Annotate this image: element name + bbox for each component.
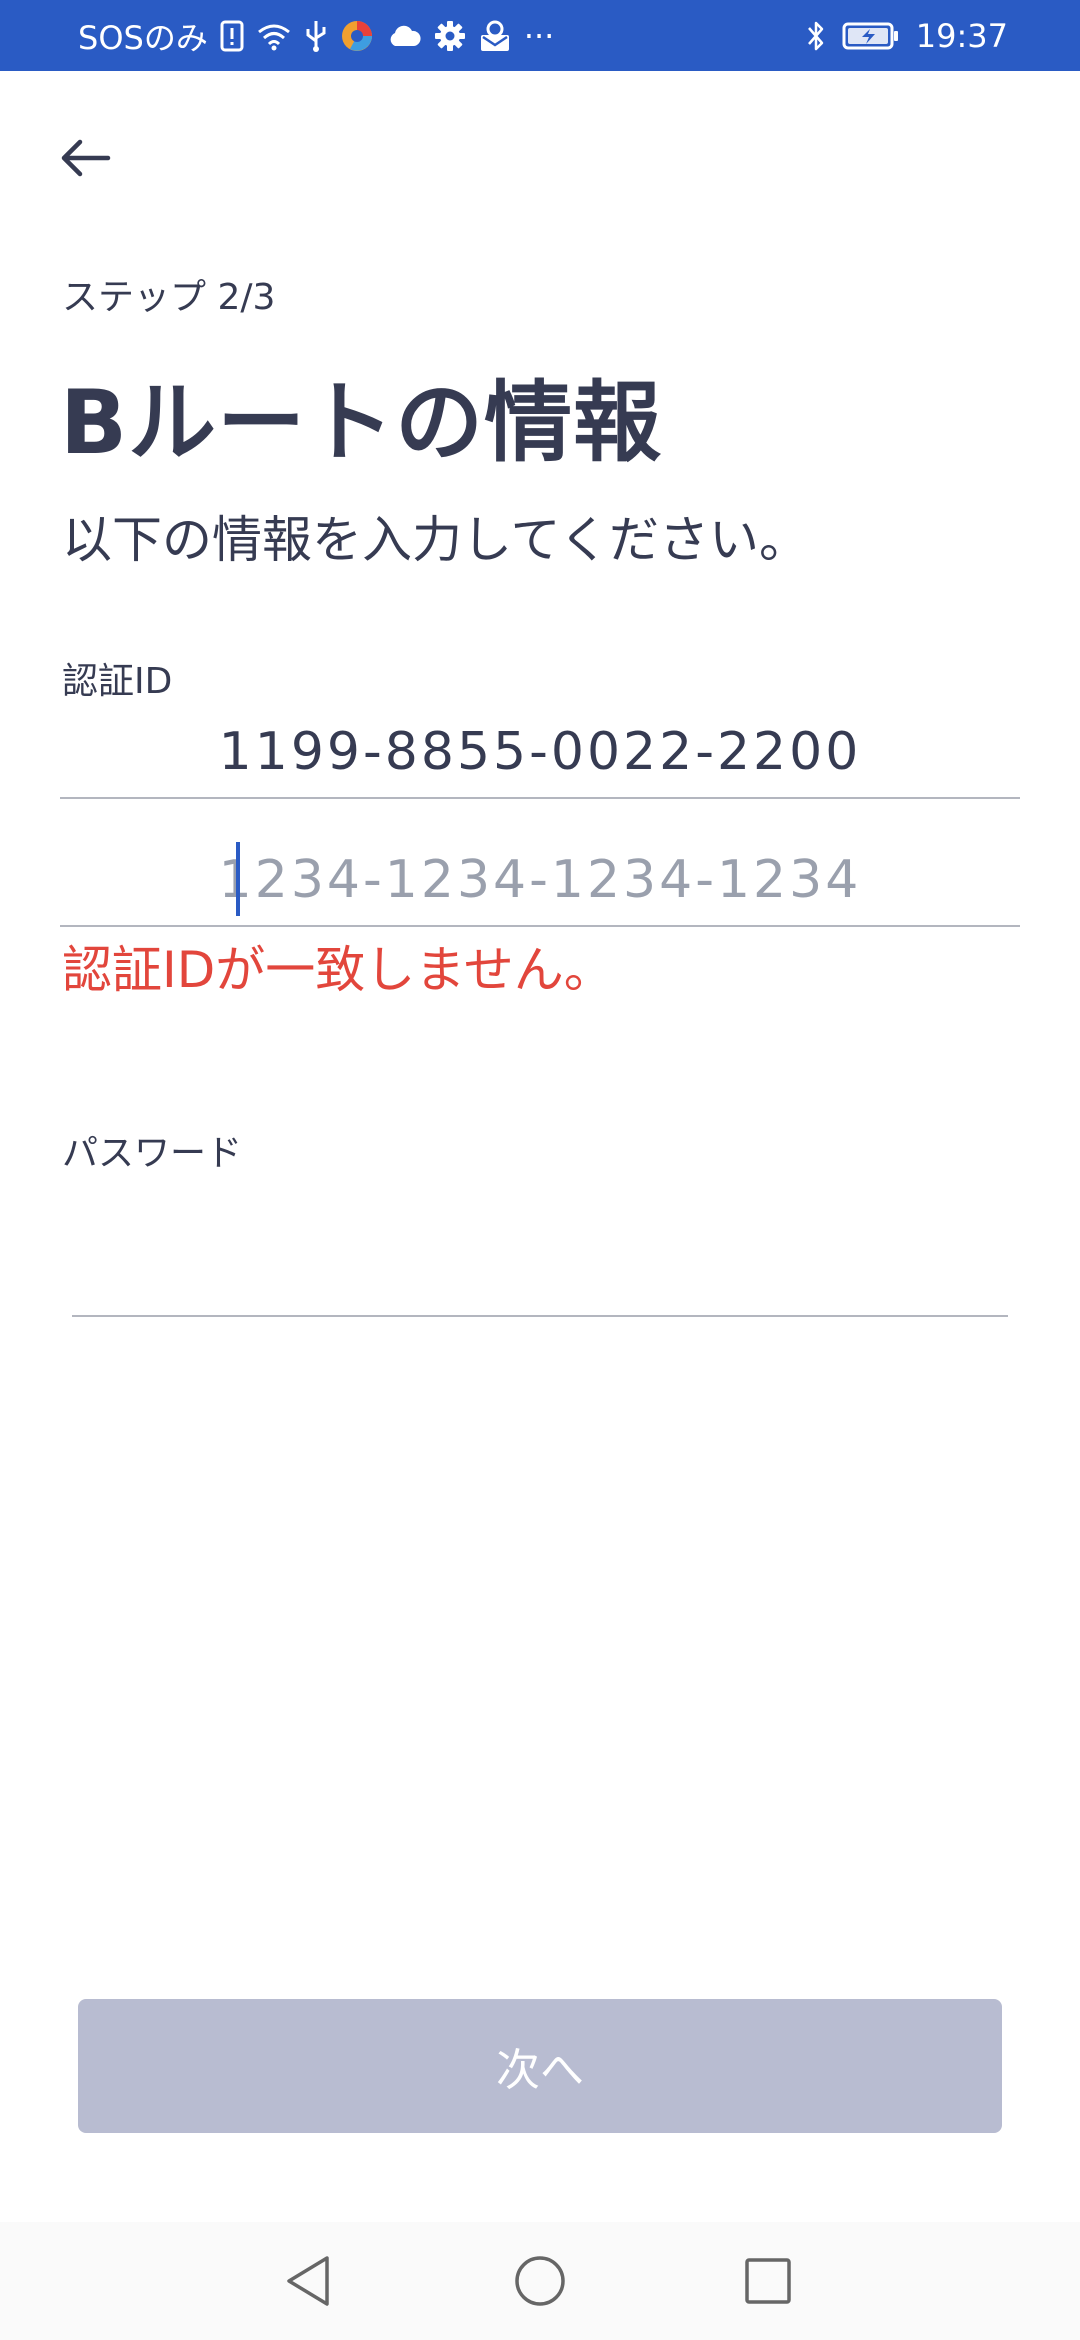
- usb-icon: [304, 16, 328, 56]
- page-title: Bルートの情報: [60, 371, 663, 474]
- auth-id-input[interactable]: [60, 712, 1020, 792]
- cloud-icon: [386, 16, 422, 56]
- back-button[interactable]: [40, 118, 130, 198]
- text-caret: [236, 842, 240, 916]
- battery-charging-icon: [842, 16, 900, 56]
- wifi-icon: [256, 16, 292, 56]
- password-input[interactable]: [72, 1210, 1008, 1310]
- recents-square-icon: [745, 2258, 791, 2304]
- back-triangle-icon: [287, 2256, 329, 2306]
- nav-home-button[interactable]: [480, 2222, 600, 2340]
- sim-alert-icon: [220, 16, 244, 56]
- auth-id-confirm-input[interactable]: [60, 840, 1020, 920]
- password-underline: [72, 1315, 1008, 1317]
- carrier-text: SOSのみ: [78, 18, 208, 57]
- auth-id-error-message: 認証IDが一致しません。: [62, 941, 614, 999]
- nav-recents-button[interactable]: [708, 2222, 828, 2340]
- mail-app-icon: [478, 16, 512, 56]
- browser-app-icon: [340, 16, 374, 56]
- clock-text: 19:37: [915, 16, 1008, 55]
- system-nav-bar: [0, 2222, 1080, 2340]
- gear-icon: [434, 16, 466, 56]
- next-button-label: 次へ: [496, 2045, 584, 2096]
- password-label: パスワード: [62, 1133, 243, 1174]
- step-indicator: ステップ 2/3: [62, 277, 276, 318]
- status-left: SOSのみ ···: [78, 0, 554, 71]
- next-button[interactable]: 次へ: [78, 1999, 1002, 2133]
- status-bar: SOSのみ ··· 19:37: [0, 0, 1080, 71]
- auth-id-underline: [60, 797, 1020, 799]
- bluetooth-icon: [806, 16, 826, 56]
- more-notifications-icon: ···: [523, 16, 555, 55]
- nav-back-button[interactable]: [248, 2222, 368, 2340]
- home-circle-icon: [515, 2256, 565, 2306]
- page-subtitle: 以下の情報を入力してください。: [62, 511, 809, 569]
- auth-id-confirm-underline: [60, 925, 1020, 927]
- status-right: 19:37: [806, 0, 1008, 71]
- arrow-left-icon: [61, 139, 111, 177]
- auth-id-label: 認証ID: [62, 661, 173, 702]
